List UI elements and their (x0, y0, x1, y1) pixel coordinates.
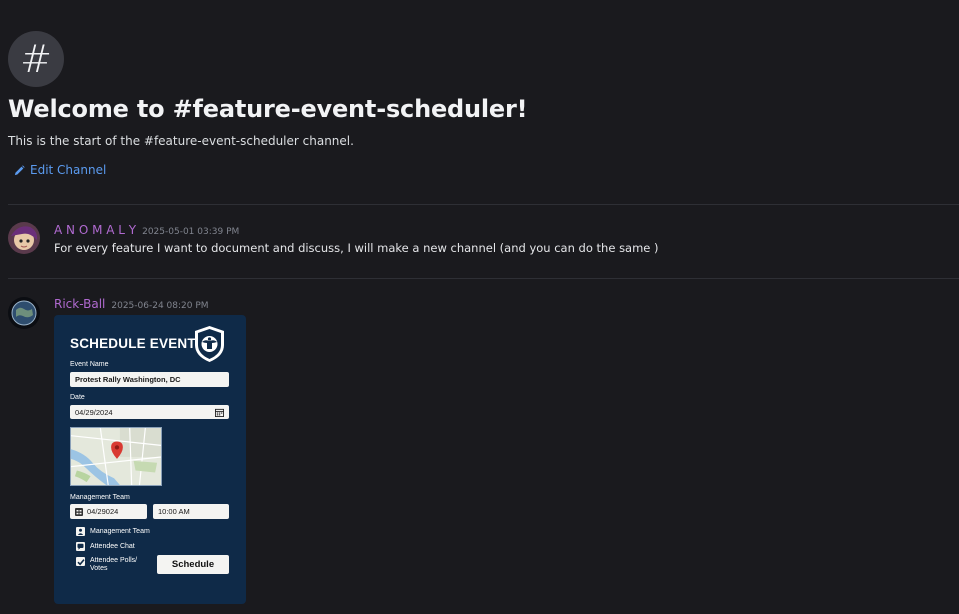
eagle-seal-icon (195, 326, 224, 362)
channel-hash-icon: # (8, 31, 64, 87)
message-text: For every feature I want to document and… (54, 241, 659, 255)
event-location-map[interactable] (70, 427, 162, 486)
welcome-title: Welcome to #feature-event-scheduler! (8, 95, 528, 123)
attendee-polls-option-label: Attendee Polls/ Votes (90, 557, 137, 573)
calendar-grid-icon (75, 507, 83, 516)
message-header: A N O M A L Y 2025-05-01 03:39 PM (54, 223, 239, 237)
person-icon[interactable] (76, 527, 85, 536)
message-author[interactable]: Rick-Ball (54, 297, 105, 311)
avatar[interactable] (8, 222, 40, 254)
message-header: Rick-Ball 2025-06-24 08:20 PM (54, 297, 209, 311)
edit-channel-link[interactable]: Edit Channel (14, 163, 106, 177)
attendee-chat-option[interactable]: Attendee Chat (76, 542, 135, 551)
avatar[interactable] (8, 297, 40, 329)
event-name-value: Protest Rally Washington, DC (75, 375, 181, 384)
chat-icon[interactable] (76, 542, 85, 551)
management-team-option-label: Management Team (90, 528, 150, 535)
management-team-option[interactable]: Management Team (76, 527, 150, 536)
management-time-value: 10:00 AM (158, 507, 190, 516)
event-card-title: SCHEDULE EVENT (70, 336, 196, 351)
edit-channel-label: Edit Channel (30, 163, 107, 177)
management-time-input[interactable]: 10:00 AM (153, 504, 229, 519)
attendee-polls-option[interactable]: Attendee Polls/ Votes (76, 557, 137, 573)
management-date-input[interactable]: 04/29024 (70, 504, 147, 519)
schedule-button[interactable]: Schedule (157, 555, 229, 574)
date-label: Date (70, 394, 85, 401)
divider (8, 204, 959, 205)
pencil-icon (14, 164, 25, 175)
divider (8, 278, 959, 279)
management-team-label: Management Team (70, 494, 130, 501)
attendee-chat-option-label: Attendee Chat (90, 543, 135, 550)
schedule-event-attachment[interactable]: SCHEDULE EVENT Event Name Protest Rally … (54, 315, 246, 604)
message-timestamp: 2025-06-24 08:20 PM (111, 301, 209, 311)
message-timestamp: 2025-05-01 03:39 PM (142, 227, 240, 237)
message-author[interactable]: A N O M A L Y (54, 223, 136, 237)
calendar-icon[interactable] (215, 408, 224, 417)
welcome-subtitle: This is the start of the #feature-event-… (8, 134, 354, 148)
attendee-polls-label-line1: Attendee Polls/ (90, 557, 138, 564)
date-value: 04/29/2024 (75, 407, 113, 417)
date-input[interactable]: 04/29/2024 (70, 405, 229, 419)
management-date-value: 04/29024 (87, 507, 119, 516)
event-name-label: Event Name (70, 361, 109, 368)
event-name-input[interactable]: Protest Rally Washington, DC (70, 372, 229, 387)
attendee-polls-label-line2: Votes (90, 565, 108, 572)
checkmark-icon[interactable] (76, 557, 85, 566)
